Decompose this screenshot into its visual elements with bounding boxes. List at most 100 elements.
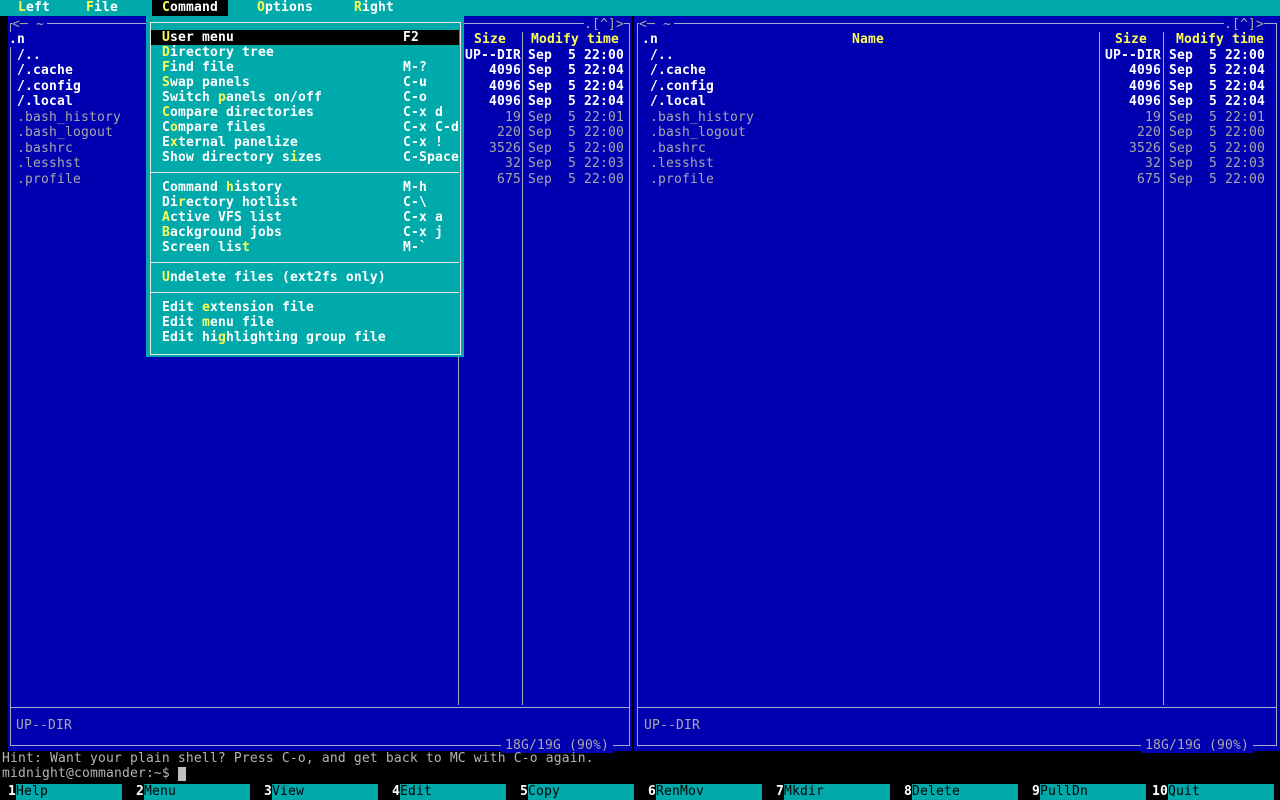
panel-nav-buttons[interactable]: .[^]> [1224, 17, 1264, 32]
file-mtime[interactable]: Sep 5 22:04 [1169, 63, 1265, 78]
file-size[interactable]: 4096 [1041, 79, 1161, 94]
file-mtime[interactable]: Sep 5 22:00 [528, 172, 624, 187]
file-size[interactable]: 19 [1041, 110, 1161, 125]
fkey-label[interactable]: Copy [528, 784, 560, 800]
column-header-size[interactable]: Size [474, 32, 506, 47]
menu-item-command-history[interactable]: Command history [162, 180, 282, 195]
file-name[interactable]: /.local [17, 94, 73, 109]
file-mtime[interactable]: Sep 5 22:00 [528, 125, 624, 140]
menu-item-compare-files[interactable]: Compare files [162, 120, 266, 135]
file-mtime[interactable]: Sep 5 22:03 [1169, 156, 1265, 171]
column-header-name[interactable]: Name [852, 32, 884, 47]
fkey-label[interactable]: Help [16, 784, 48, 800]
panel-nav-buttons[interactable]: .[^]> [584, 17, 624, 32]
file-mtime[interactable]: Sep 5 22:01 [528, 110, 624, 125]
file-name[interactable]: /.. [650, 48, 674, 63]
menu-item-undelete-files-ext2fs-only[interactable]: Undelete files (ext2fs only) [162, 270, 386, 285]
file-mtime[interactable]: Sep 5 22:04 [528, 63, 624, 78]
history-back-button[interactable]: <─ ~ [12, 17, 47, 32]
file-size[interactable]: UP--DIR [1041, 48, 1161, 63]
menubar-item-file[interactable]: File [86, 0, 118, 16]
terminal-cursor[interactable] [178, 767, 186, 781]
file-name[interactable]: .lesshst [650, 156, 714, 171]
menu-item-directory-tree[interactable]: Directory tree [162, 45, 274, 60]
menu-item-screen-list[interactable]: Screen list [162, 240, 250, 255]
file-name[interactable]: /.config [17, 79, 81, 94]
menu-item-edit-highlighting-group-file[interactable]: Edit highlighting group file [162, 330, 386, 345]
file-name[interactable]: /.. [17, 48, 41, 63]
menu-item-background-jobs[interactable]: Background jobs [162, 225, 282, 240]
file-mtime[interactable]: Sep 5 22:03 [528, 156, 624, 171]
fkey-number[interactable]: 10 [1152, 784, 1168, 800]
menu-item-directory-hotlist[interactable]: Directory hotlist [162, 195, 298, 210]
file-name[interactable]: .bash_history [17, 110, 121, 125]
file-mtime[interactable]: Sep 5 22:04 [1169, 94, 1265, 109]
file-mtime[interactable]: Sep 5 22:00 [528, 48, 624, 63]
file-size[interactable]: 220 [1041, 125, 1161, 140]
menu-item-external-panelize[interactable]: External panelize [162, 135, 298, 150]
menu-item-active-vfs-list[interactable]: Active VFS list [162, 210, 282, 225]
shell-prompt[interactable]: midnight@commander:~$ [2, 766, 170, 781]
file-size[interactable]: 675 [1041, 172, 1161, 187]
fkey-number[interactable]: 1 [0, 784, 16, 800]
menu-item-compare-directories[interactable]: Compare directories [162, 105, 314, 120]
file-mtime[interactable]: Sep 5 22:00 [1169, 172, 1265, 187]
column-header-mtime[interactable]: Modify time [1176, 32, 1264, 47]
file-name[interactable]: .bash_history [650, 110, 754, 125]
file-name[interactable]: .profile [17, 172, 81, 187]
menu-item-find-file[interactable]: Find file [162, 60, 234, 75]
file-size[interactable]: 3526 [1041, 141, 1161, 156]
file-name[interactable]: /.cache [17, 63, 73, 78]
sort-indicator[interactable]: .n [8, 32, 25, 47]
file-name[interactable]: .bash_logout [17, 125, 113, 140]
file-mtime[interactable]: Sep 5 22:04 [528, 94, 624, 109]
file-name[interactable]: /.local [650, 94, 706, 109]
column-header-size[interactable]: Size [1115, 32, 1147, 47]
file-mtime[interactable]: Sep 5 22:00 [1169, 48, 1265, 63]
file-name[interactable]: .bash_logout [650, 125, 746, 140]
menubar-item-options[interactable]: Options [257, 0, 313, 16]
file-mtime[interactable]: Sep 5 22:00 [528, 141, 624, 156]
menubar-item-command[interactable]: Command [152, 0, 228, 16]
fkey-number[interactable]: 4 [384, 784, 400, 800]
menu-item-swap-panels[interactable]: Swap panels [162, 75, 250, 90]
file-mtime[interactable]: Sep 5 22:04 [1169, 79, 1265, 94]
fkey-number[interactable]: 9 [1024, 784, 1040, 800]
menu-item-show-directory-sizes[interactable]: Show directory sizes [162, 150, 322, 165]
file-mtime[interactable]: Sep 5 22:04 [528, 79, 624, 94]
fkey-number[interactable]: 6 [640, 784, 656, 800]
fkey-label[interactable]: Menu [144, 784, 176, 800]
history-back-button[interactable]: <─ ~ [639, 17, 674, 32]
file-name[interactable]: .lesshst [17, 156, 81, 171]
file-size[interactable]: 32 [1041, 156, 1161, 171]
file-mtime[interactable]: Sep 5 22:00 [1169, 141, 1265, 156]
fkey-label[interactable]: Quit [1168, 784, 1200, 800]
column-header-mtime[interactable]: Modify time [531, 32, 619, 47]
file-name[interactable]: /.cache [650, 63, 706, 78]
fkey-label[interactable]: View [272, 784, 304, 800]
file-size[interactable]: 4096 [1041, 63, 1161, 78]
file-name[interactable]: .bashrc [17, 141, 73, 156]
menu-item-edit-extension-file[interactable]: Edit extension file [162, 300, 314, 315]
fkey-label[interactable]: PullDn [1040, 784, 1088, 800]
fkey-number[interactable]: 8 [896, 784, 912, 800]
fkey-number[interactable]: 7 [768, 784, 784, 800]
menubar-item-left[interactable]: Left [18, 0, 50, 16]
file-mtime[interactable]: Sep 5 22:00 [1169, 125, 1265, 140]
fkey-label[interactable]: Delete [912, 784, 960, 800]
fkey-label[interactable]: RenMov [656, 784, 704, 800]
fkey-number[interactable]: 5 [512, 784, 528, 800]
sort-indicator[interactable]: .n [641, 32, 658, 47]
fkey-number[interactable]: 2 [128, 784, 144, 800]
menu-item-user-menu[interactable]: User menu [162, 30, 234, 45]
file-name[interactable]: .bashrc [650, 141, 706, 156]
file-size[interactable]: 4096 [1041, 94, 1161, 109]
fkey-number[interactable]: 3 [256, 784, 272, 800]
file-mtime[interactable]: Sep 5 22:01 [1169, 110, 1265, 125]
menubar-item-right[interactable]: Right [354, 0, 394, 16]
fkey-label[interactable]: Mkdir [784, 784, 824, 800]
file-name[interactable]: .profile [650, 172, 714, 187]
fkey-label[interactable]: Edit [400, 784, 432, 800]
file-name[interactable]: /.config [650, 79, 714, 94]
menu-item-edit-menu-file[interactable]: Edit menu file [162, 315, 274, 330]
